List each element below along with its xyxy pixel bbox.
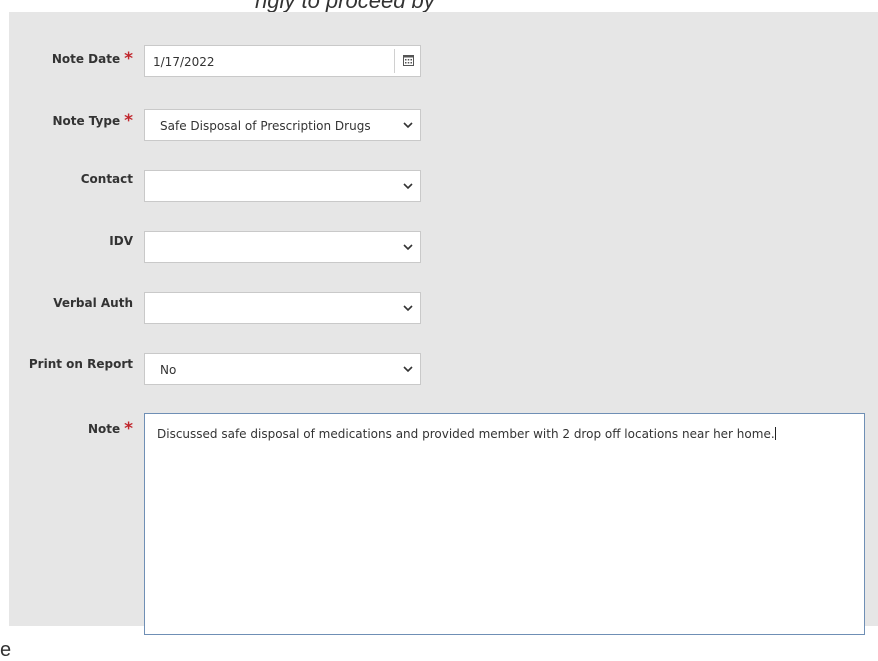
chevron-down-icon [403,366,413,373]
cropped-edge-text: e [0,639,12,661]
cropped-top-text: ngly to proceed by [0,0,878,12]
note-date-field[interactable]: 1/17/2022 [144,45,421,77]
print-on-report-value: No [160,363,177,377]
contact-select[interactable] [144,170,421,202]
note-date-label-text: Note Date [51,52,121,66]
note-date-value: 1/17/2022 [153,55,215,69]
calendar-icon[interactable] [403,55,414,66]
note-date-label: Note Date * [51,48,133,69]
note-type-select[interactable]: Safe Disposal of Prescription Drugs [144,109,421,141]
idv-label: IDV [109,234,133,248]
note-type-label-text: Note Type [52,114,121,128]
note-textarea[interactable]: Discussed safe disposal of medications a… [144,413,865,635]
verbal-auth-select[interactable] [144,292,421,324]
idv-select[interactable] [144,231,421,263]
note-type-value: Safe Disposal of Prescription Drugs [160,119,371,133]
verbal-auth-label: Verbal Auth [53,296,133,310]
chevron-down-icon [403,244,413,251]
text-cursor [774,427,776,440]
required-marker: * [124,111,133,131]
required-marker: * [124,49,133,69]
print-on-report-label-text: Print on Report [28,357,133,371]
print-on-report-select[interactable]: No [144,353,421,385]
note-label: Note * [87,418,133,439]
contact-label-text: Contact [80,172,133,186]
required-marker: * [124,419,133,439]
chevron-down-icon [403,305,413,312]
note-text: Discussed safe disposal of medications a… [157,427,776,441]
note-type-label: Note Type * [52,110,133,131]
contact-label: Contact [81,172,133,186]
verbal-auth-label-text: Verbal Auth [53,296,133,310]
note-label-text: Note [87,422,121,436]
note-value: Discussed safe disposal of medications a… [157,427,775,441]
field-divider [394,49,395,73]
print-on-report-label: Print on Report [29,357,133,371]
chevron-down-icon [403,122,413,129]
chevron-down-icon [403,183,413,190]
idv-label-text: IDV [109,234,133,248]
